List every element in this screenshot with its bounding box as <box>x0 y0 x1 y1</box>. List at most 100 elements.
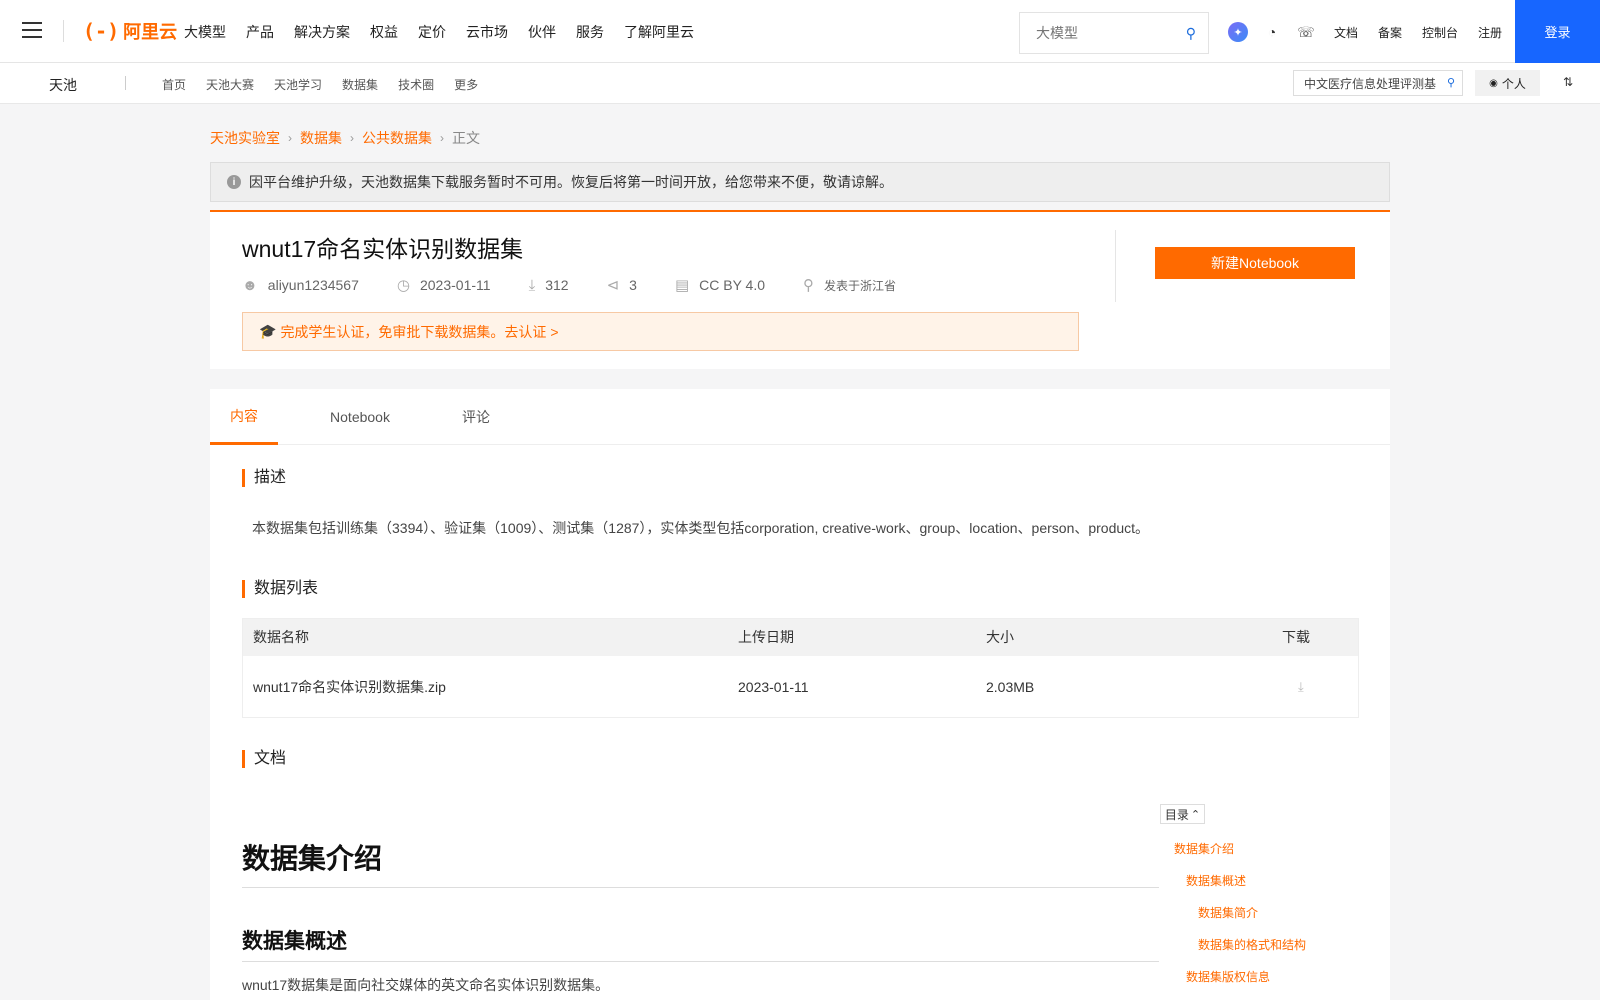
download-icon: ⤓ <box>528 276 536 294</box>
dashboard-icon[interactable]: ◔ <box>1262 22 1282 42</box>
chevron-right-icon: › <box>288 131 292 145</box>
breadcrumb-public-datasets[interactable]: 公共数据集 <box>362 128 432 148</box>
top-search-box: ⚲ <box>1019 12 1209 54</box>
maintenance-notice: i 因平台维护升级，天池数据集下载服务暂时不可用。恢复后将第一时间开放，给您带来… <box>210 162 1390 202</box>
publish-date: 2023-01-11 <box>419 277 491 293</box>
main-nav: 大模型 产品 解决方案 权益 定价 云市场 伙伴 服务 了解阿里云 <box>184 22 714 42</box>
subnav-home[interactable]: 首页 <box>162 76 186 93</box>
subnav-competitions[interactable]: 天池大赛 <box>206 76 254 93</box>
chevron-up-icon: ⌃ <box>1190 808 1201 821</box>
share-count: 3 <box>629 277 637 293</box>
doc-heading-1: 数据集介绍 <box>242 837 1159 888</box>
user-circle-icon: ◉ <box>1489 77 1498 89</box>
data-table: 数据名称 上传日期 大小 下载 wnut17命名实体识别数据集.zip 2023… <box>242 618 1359 718</box>
toc-item[interactable]: 数据集概述 <box>1186 872 1246 889</box>
doc-heading-2: 数据集概述 <box>242 925 1159 962</box>
breadcrumb-current: 正文 <box>452 130 480 146</box>
user-icon: ☻ <box>242 276 258 294</box>
breadcrumb-datasets[interactable]: 数据集 <box>300 128 342 148</box>
fullscreen-icon[interactable]: ⇅ <box>1563 75 1573 89</box>
chevron-right-icon: › <box>440 131 444 145</box>
author-name[interactable]: aliyun1234567 <box>268 277 359 293</box>
login-button[interactable]: 登录 <box>1515 0 1600 63</box>
nav-item-llm[interactable]: 大模型 <box>184 22 226 42</box>
new-notebook-button[interactable]: 新建Notebook <box>1155 247 1355 279</box>
dataset-meta: ☻ aliyun1234567 ◷ 2023-01-11 ⤓ 312 ⊲ 3 ▤… <box>242 276 934 295</box>
col-date: 上传日期 <box>738 629 794 645</box>
toc-toggle-button[interactable]: 目录 ⌃ <box>1160 804 1205 824</box>
tab-content[interactable]: 内容 <box>210 389 278 445</box>
meta-downloads: ⤓ 312 <box>529 277 569 294</box>
student-verification-text[interactable]: 完成学生认证，免审批下载数据集。去认证 > <box>280 322 558 342</box>
share-icon: ⊲ <box>606 277 620 294</box>
document-icon: ▤ <box>674 277 690 294</box>
subnav-more[interactable]: 更多 <box>454 76 478 93</box>
col-name: 数据名称 <box>253 629 309 645</box>
nav-item-benefits[interactable]: 权益 <box>370 22 398 42</box>
subnav-learning[interactable]: 天池学习 <box>274 76 322 93</box>
tianchi-title[interactable]: 天池 <box>49 75 77 95</box>
dataset-header: wnut17命名实体识别数据集 ☻ aliyun1234567 ◷ 2023-0… <box>210 210 1390 369</box>
logo-mark-icon: (-) <box>83 19 120 43</box>
subnav-datasets[interactable]: 数据集 <box>342 76 378 93</box>
link-filing[interactable]: 备案 <box>1378 24 1402 41</box>
location-pin-icon: ⚲ <box>803 277 815 294</box>
menu-icon[interactable] <box>22 22 42 40</box>
file-date: 2023-01-11 <box>738 679 809 695</box>
top-links: 文档 备案 控制台 注册 <box>1334 24 1522 41</box>
ai-assistant-icon[interactable]: ✦ <box>1228 22 1248 42</box>
divider <box>63 20 64 42</box>
tianchi-subnav: 天池 首页 天池大赛 天池学习 数据集 技术圈 更多 ⚲ ◉ 个人 ⇅ <box>0 63 1600 104</box>
clock-icon: ◷ <box>396 277 410 294</box>
file-size: 2.03MB <box>986 679 1035 695</box>
toc-item[interactable]: 数据集介绍 <box>1174 840 1234 857</box>
dataset-title: wnut17命名实体识别数据集 <box>242 236 524 262</box>
link-console[interactable]: 控制台 <box>1422 24 1458 41</box>
file-name: wnut17命名实体识别数据集.zip <box>253 679 446 695</box>
tab-notebook[interactable]: Notebook <box>318 389 402 445</box>
nav-item-marketplace[interactable]: 云市场 <box>466 22 508 42</box>
aliyun-logo[interactable]: (-) 阿里云 <box>83 19 177 43</box>
personal-button[interactable]: ◉ 个人 <box>1475 70 1540 96</box>
top-icons: ✦ ◔ ☏ <box>1228 22 1330 42</box>
divider <box>125 76 126 90</box>
link-docs[interactable]: 文档 <box>1334 24 1358 41</box>
toc-item[interactable]: 数据集简介 <box>1198 904 1258 921</box>
tab-comments[interactable]: 评论 <box>446 389 506 445</box>
meta-location: ⚲ 发表于浙江省 <box>803 276 896 294</box>
meta-author: ☻ aliyun1234567 <box>242 277 359 294</box>
col-download: 下载 <box>1282 629 1310 645</box>
section-datalist-title: 数据列表 <box>242 580 318 598</box>
col-size: 大小 <box>986 629 1014 645</box>
doc-paragraph: wnut17数据集是面向社交媒体的英文命名实体识别数据集。 <box>242 977 610 993</box>
tianchi-search-input[interactable] <box>1294 71 1439 95</box>
section-docs-title: 文档 <box>242 750 286 768</box>
meta-license: ▤ CC BY 4.0 <box>675 276 765 294</box>
personal-label: 个人 <box>1501 76 1526 91</box>
nav-item-about[interactable]: 了解阿里云 <box>624 22 694 42</box>
location: 发表于浙江省 <box>824 278 897 293</box>
subnav-tech-circle[interactable]: 技术圈 <box>398 76 434 93</box>
tianchi-search-box: ⚲ <box>1293 70 1463 96</box>
nav-item-partners[interactable]: 伙伴 <box>528 22 556 42</box>
support-headset-icon[interactable]: ☏ <box>1296 22 1316 42</box>
nav-item-services[interactable]: 服务 <box>576 22 604 42</box>
link-register[interactable]: 注册 <box>1478 24 1502 41</box>
breadcrumb-lab[interactable]: 天池实验室 <box>210 128 280 148</box>
search-icon[interactable]: ⚲ <box>1186 25 1196 42</box>
top-search-input[interactable] <box>1020 13 1170 53</box>
download-icon[interactable]: ⤓ <box>1298 656 1304 718</box>
table-row: wnut17命名实体识别数据集.zip 2023-01-11 2.03MB ⤓ <box>243 656 1358 718</box>
top-navbar: (-) 阿里云 大模型 产品 解决方案 权益 定价 云市场 伙伴 服务 了解阿里… <box>0 0 1600 63</box>
divider <box>1115 230 1116 302</box>
nav-item-solutions[interactable]: 解决方案 <box>294 22 350 42</box>
tianchi-nav: 首页 天池大赛 天池学习 数据集 技术圈 更多 <box>162 76 498 93</box>
meta-date: ◷ 2023-01-11 <box>397 276 491 294</box>
nav-item-pricing[interactable]: 定价 <box>418 22 446 42</box>
toc-item[interactable]: 数据集的格式和结构 <box>1198 936 1306 953</box>
student-verification-banner[interactable]: 🎓 完成学生认证，免审批下载数据集。去认证 > <box>242 312 1079 351</box>
toc-item[interactable]: 数据集版权信息 <box>1186 968 1270 985</box>
search-icon[interactable]: ⚲ <box>1447 76 1455 89</box>
graduation-cap-icon: 🎓 <box>259 323 277 339</box>
nav-item-products[interactable]: 产品 <box>246 22 274 42</box>
